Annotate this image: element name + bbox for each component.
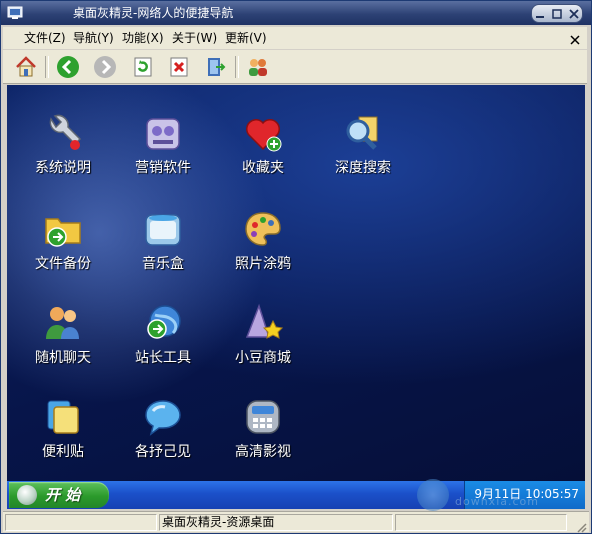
exit-button[interactable] bbox=[202, 54, 228, 80]
close-icon bbox=[570, 35, 580, 45]
stop-icon bbox=[170, 57, 188, 77]
home-button[interactable] bbox=[13, 54, 39, 80]
stop-button[interactable] bbox=[166, 54, 192, 80]
desktop-icon-file-backup[interactable]: 文件备份 bbox=[19, 209, 107, 299]
desktop-icon-favorites[interactable]: 收藏夹 bbox=[219, 113, 307, 203]
favorites-heart-icon bbox=[246, 119, 282, 152]
users-icon bbox=[249, 59, 267, 76]
desktop-icon-hd-video[interactable]: 高清影视 bbox=[219, 397, 307, 481]
desktop-icon-system-help[interactable]: 系统说明 bbox=[19, 113, 107, 203]
software-icon bbox=[146, 118, 180, 150]
title-bar[interactable]: 桌面灰精灵-网络人的便捷导航 bbox=[1, 1, 591, 25]
app-window: 桌面灰精灵-网络人的便捷导航 文件(Z) 导航(Y) 功能(X) 关于(W) 更… bbox=[0, 0, 592, 534]
desktop-icon-label: 系统说明 bbox=[35, 160, 91, 176]
desktop-icon-webmaster-tools[interactable]: 站长工具 bbox=[119, 303, 207, 393]
watermark: downxia.com bbox=[411, 477, 591, 517]
menu-close-button[interactable] bbox=[569, 31, 581, 45]
menu-file[interactable]: 文件(Z) bbox=[24, 31, 66, 45]
toolbar bbox=[3, 50, 587, 84]
refresh-button[interactable] bbox=[130, 54, 156, 80]
webmaster-tools-icon bbox=[147, 305, 181, 339]
desktop-icon-label: 随机聊天 bbox=[35, 350, 91, 366]
desktop-icon-label: 各抒己见 bbox=[135, 444, 191, 460]
desktop-icon-label: 高清影视 bbox=[235, 444, 291, 460]
desktop-icon-opinions[interactable]: 各抒己见 bbox=[119, 397, 207, 481]
forward-icon bbox=[94, 56, 116, 78]
status-pane bbox=[5, 514, 157, 531]
close-icon bbox=[569, 8, 579, 19]
desktop-icon-music-box[interactable]: 音乐盒 bbox=[119, 209, 207, 299]
desktop-icon-label: 音乐盒 bbox=[142, 256, 184, 272]
chat-users-icon bbox=[46, 307, 79, 339]
speech-bubble-icon bbox=[145, 400, 181, 436]
forward-button[interactable] bbox=[92, 54, 118, 80]
watermark-logo-icon bbox=[417, 479, 449, 511]
minimize-icon bbox=[536, 15, 545, 18]
desktop-icon-label: 深度搜索 bbox=[335, 160, 391, 176]
video-icon bbox=[246, 400, 280, 434]
magnifier-icon bbox=[346, 116, 378, 150]
users-button[interactable] bbox=[245, 54, 271, 80]
watermark-text: downxia.com bbox=[455, 495, 539, 508]
toolbar-separator bbox=[235, 56, 239, 78]
start-label: 开 始 bbox=[45, 486, 81, 504]
desktop-icon-random-chat[interactable]: 随机聊天 bbox=[19, 303, 107, 393]
menu-update[interactable]: 更新(V) bbox=[225, 31, 267, 45]
exit-icon bbox=[208, 58, 226, 76]
desktop-area: 系统说明 营销软件 收藏夹 深度搜索 文件备份 音乐盒 照片涂鸦 随机聊天 站长… bbox=[7, 85, 585, 481]
folder-backup-icon bbox=[45, 218, 81, 247]
start-orb-icon bbox=[17, 485, 37, 505]
shop-star-icon bbox=[245, 303, 283, 339]
start-button[interactable]: 开 始 bbox=[9, 482, 109, 508]
music-box-icon bbox=[145, 214, 181, 246]
refresh-icon bbox=[134, 57, 152, 77]
toolbar-separator bbox=[45, 56, 49, 78]
desktop-icon-label: 站长工具 bbox=[135, 350, 191, 366]
window-controls bbox=[531, 4, 583, 23]
desktop-icon-label: 照片涂鸦 bbox=[235, 256, 291, 272]
close-button[interactable] bbox=[567, 7, 581, 21]
desktop-icon-xiaodou-shop[interactable]: 小豆商城 bbox=[219, 303, 307, 393]
desktop-icon-marketing-software[interactable]: 营销软件 bbox=[119, 113, 207, 203]
status-text: 桌面灰精灵-资源桌面 bbox=[159, 514, 393, 531]
palette-icon bbox=[245, 212, 281, 246]
maximize-icon bbox=[552, 8, 562, 19]
back-button[interactable] bbox=[55, 54, 81, 80]
desktop-icon-label: 便利贴 bbox=[42, 444, 84, 460]
wrench-icon bbox=[49, 114, 82, 150]
desktop-icon-label: 营销软件 bbox=[135, 160, 191, 176]
desktop-icon-deep-search[interactable]: 深度搜索 bbox=[319, 113, 407, 203]
home-icon bbox=[16, 56, 36, 77]
back-icon bbox=[57, 56, 79, 78]
window-title: 桌面灰精灵-网络人的便捷导航 bbox=[73, 6, 234, 20]
menu-function[interactable]: 功能(X) bbox=[122, 31, 164, 45]
menu-about[interactable]: 关于(W) bbox=[172, 31, 217, 45]
desktop-icon-label: 小豆商城 bbox=[235, 350, 291, 366]
menu-navigate[interactable]: 导航(Y) bbox=[73, 31, 114, 45]
sticky-note-icon bbox=[47, 400, 79, 434]
desktop-icon-label: 文件备份 bbox=[35, 256, 91, 272]
desktop-icon-photo-doodle[interactable]: 照片涂鸦 bbox=[219, 209, 307, 299]
app-icon bbox=[7, 5, 23, 21]
desktop-icon-sticky-note[interactable]: 便利贴 bbox=[19, 397, 107, 481]
maximize-button[interactable] bbox=[550, 7, 564, 21]
menu-bar: 文件(Z) 导航(Y) 功能(X) 关于(W) 更新(V) bbox=[3, 27, 587, 49]
minimize-button[interactable] bbox=[533, 7, 547, 21]
desktop-icon-label: 收藏夹 bbox=[242, 160, 284, 176]
resize-grip-icon[interactable] bbox=[575, 518, 587, 533]
